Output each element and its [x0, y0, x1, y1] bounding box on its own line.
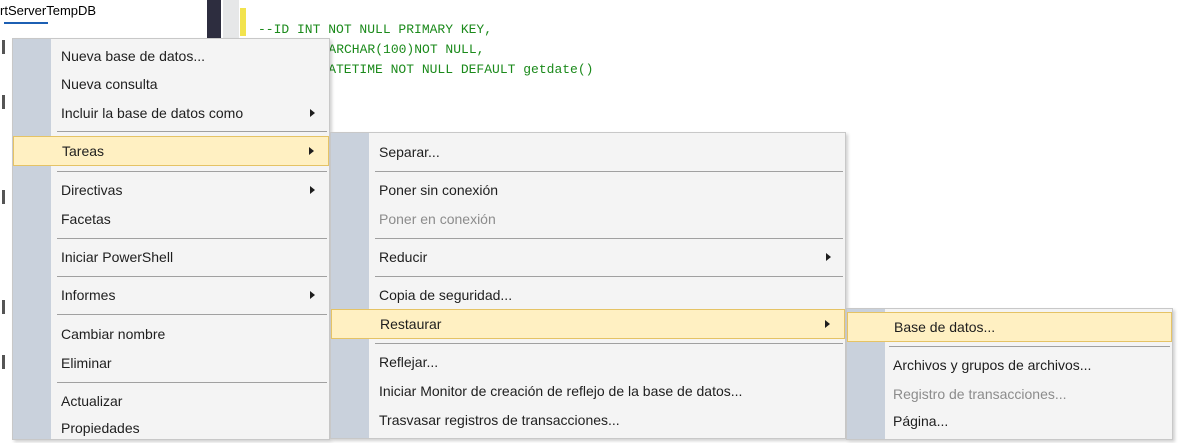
menu-separator — [57, 314, 327, 315]
menu-item-label: Restaurar — [380, 316, 442, 332]
menu-item-iniciar-powershell[interactable]: Iniciar PowerShell — [13, 242, 329, 272]
menu-item-label: Iniciar Monitor de creación de reflejo d… — [379, 383, 743, 399]
menu-separator — [57, 131, 327, 132]
menu-item-iniciar-monitor-reflejo[interactable]: Iniciar Monitor de creación de reflejo d… — [331, 376, 845, 406]
menu-separator — [375, 238, 843, 239]
explorer-node-database[interactable]: rtServerTempDB — [0, 3, 97, 24]
menu-item-restaurar[interactable]: Restaurar — [331, 309, 845, 339]
menu-item-label: Poner en conexión — [379, 211, 496, 227]
selection-underline — [4, 22, 48, 24]
menu-item-facetas[interactable]: Facetas — [13, 204, 329, 234]
submenu-arrow-icon — [310, 186, 315, 194]
menu-item-archivos-y-grupos[interactable]: Archivos y grupos de archivos... — [847, 350, 1172, 380]
menu-item-label: Archivos y grupos de archivos... — [893, 357, 1092, 373]
menu-item-label: Trasvasar registros de transacciones... — [379, 412, 620, 428]
menu-separator — [375, 343, 843, 344]
menu-separator — [57, 238, 327, 239]
menu-item-actualizar[interactable]: Actualizar — [13, 386, 329, 416]
menu-item-label: Separar... — [379, 144, 440, 160]
menu-item-label: Base de datos... — [894, 319, 996, 335]
menu-item-label: Poner sin conexión — [379, 182, 499, 198]
menu-item-eliminar[interactable]: Eliminar — [13, 348, 329, 378]
menu-separator — [375, 171, 843, 172]
menu-item-nueva-base-de-datos[interactable]: Nueva base de datos... — [13, 41, 329, 71]
menu-item-copia-de-seguridad[interactable]: Copia de seguridad... — [331, 280, 845, 310]
menu-item-label: Facetas — [61, 211, 111, 227]
submenu-arrow-icon — [309, 147, 314, 155]
menu-item-informes[interactable]: Informes — [13, 280, 329, 310]
code-line: ARCHAR(100)NOT NULL, — [305, 42, 485, 57]
menu-item-label: Reflejar... — [379, 354, 439, 370]
menu-item-nueva-consulta[interactable]: Nueva consulta — [13, 69, 329, 99]
code-line: ` — [286, 0, 294, 11]
menu-item-label: Directivas — [61, 182, 123, 198]
explorer-node-label: rtServerTempDB — [0, 3, 97, 18]
menu-item-label: Reducir — [379, 249, 428, 265]
tree-line-mark — [2, 355, 5, 369]
menu-item-restaurar-base-de-datos[interactable]: Base de datos... — [847, 312, 1172, 342]
menu-item-label: Nueva base de datos... — [61, 48, 205, 64]
menu-item-label: Incluir la base de datos como — [61, 105, 244, 121]
menu-separator — [57, 276, 327, 277]
menu-item-tareas[interactable]: Tareas — [13, 136, 329, 166]
menu-item-cambiar-nombre[interactable]: Cambiar nombre — [13, 319, 329, 349]
menu-item-label: Tareas — [62, 143, 105, 159]
code-line: --ID INT NOT NULL PRIMARY KEY, — [258, 22, 493, 37]
menu-separator — [57, 382, 327, 383]
code-line: ATETIME NOT NULL DEFAULT getdate() — [297, 62, 594, 77]
menu-item-directivas[interactable]: Directivas — [13, 175, 329, 205]
menu-item-label: Cambiar nombre — [61, 326, 166, 342]
menu-separator — [57, 171, 327, 172]
menu-item-separar[interactable]: Separar... — [331, 137, 845, 167]
menu-item-incluir-como[interactable]: Incluir la base de datos como — [13, 98, 329, 128]
menu-item-label: Propiedades — [61, 420, 140, 436]
submenu-arrow-icon — [826, 253, 831, 261]
submenu-restaurar: Base de datos... Archivos y grupos de ar… — [846, 308, 1173, 440]
menu-item-propiedades[interactable]: Propiedades — [13, 413, 329, 443]
menu-separator — [375, 276, 843, 277]
menu-item-poner-sin-conexion[interactable]: Poner sin conexión — [331, 175, 845, 205]
menu-item-label: Nueva consulta — [61, 76, 158, 92]
menu-item-label: Registro de transacciones... — [893, 386, 1067, 402]
change-indicator — [240, 8, 246, 36]
context-menu-database: Nueva base de datos... Nueva consulta In… — [12, 38, 330, 440]
menu-item-registro-transacciones: Registro de transacciones... — [847, 379, 1172, 409]
tree-line-mark — [2, 300, 5, 314]
menu-item-label: Eliminar — [61, 355, 112, 371]
menu-item-poner-en-conexion: Poner en conexión — [331, 204, 845, 234]
submenu-tareas: Separar... Poner sin conexión Poner en c… — [330, 132, 846, 439]
menu-item-label: Página... — [893, 413, 949, 429]
menu-item-label: Iniciar PowerShell — [61, 249, 174, 265]
menu-item-reflejar[interactable]: Reflejar... — [331, 347, 845, 377]
submenu-arrow-icon — [825, 320, 830, 328]
menu-item-trasvasar-registros[interactable]: Trasvasar registros de transacciones... — [331, 405, 845, 435]
menu-item-label: Copia de seguridad... — [379, 287, 513, 303]
menu-separator — [889, 346, 1170, 347]
submenu-arrow-icon — [310, 291, 315, 299]
menu-item-reducir[interactable]: Reducir — [331, 242, 845, 272]
menu-item-label: Informes — [61, 287, 116, 303]
tree-line-mark — [2, 40, 5, 54]
menu-item-label: Actualizar — [61, 393, 123, 409]
tree-line-mark — [2, 95, 5, 109]
tree-line-mark — [2, 190, 5, 204]
query-editor[interactable]: ` --ID INT NOT NULL PRIMARY KEY, ARCHAR(… — [252, 0, 1179, 120]
submenu-arrow-icon — [310, 109, 315, 117]
